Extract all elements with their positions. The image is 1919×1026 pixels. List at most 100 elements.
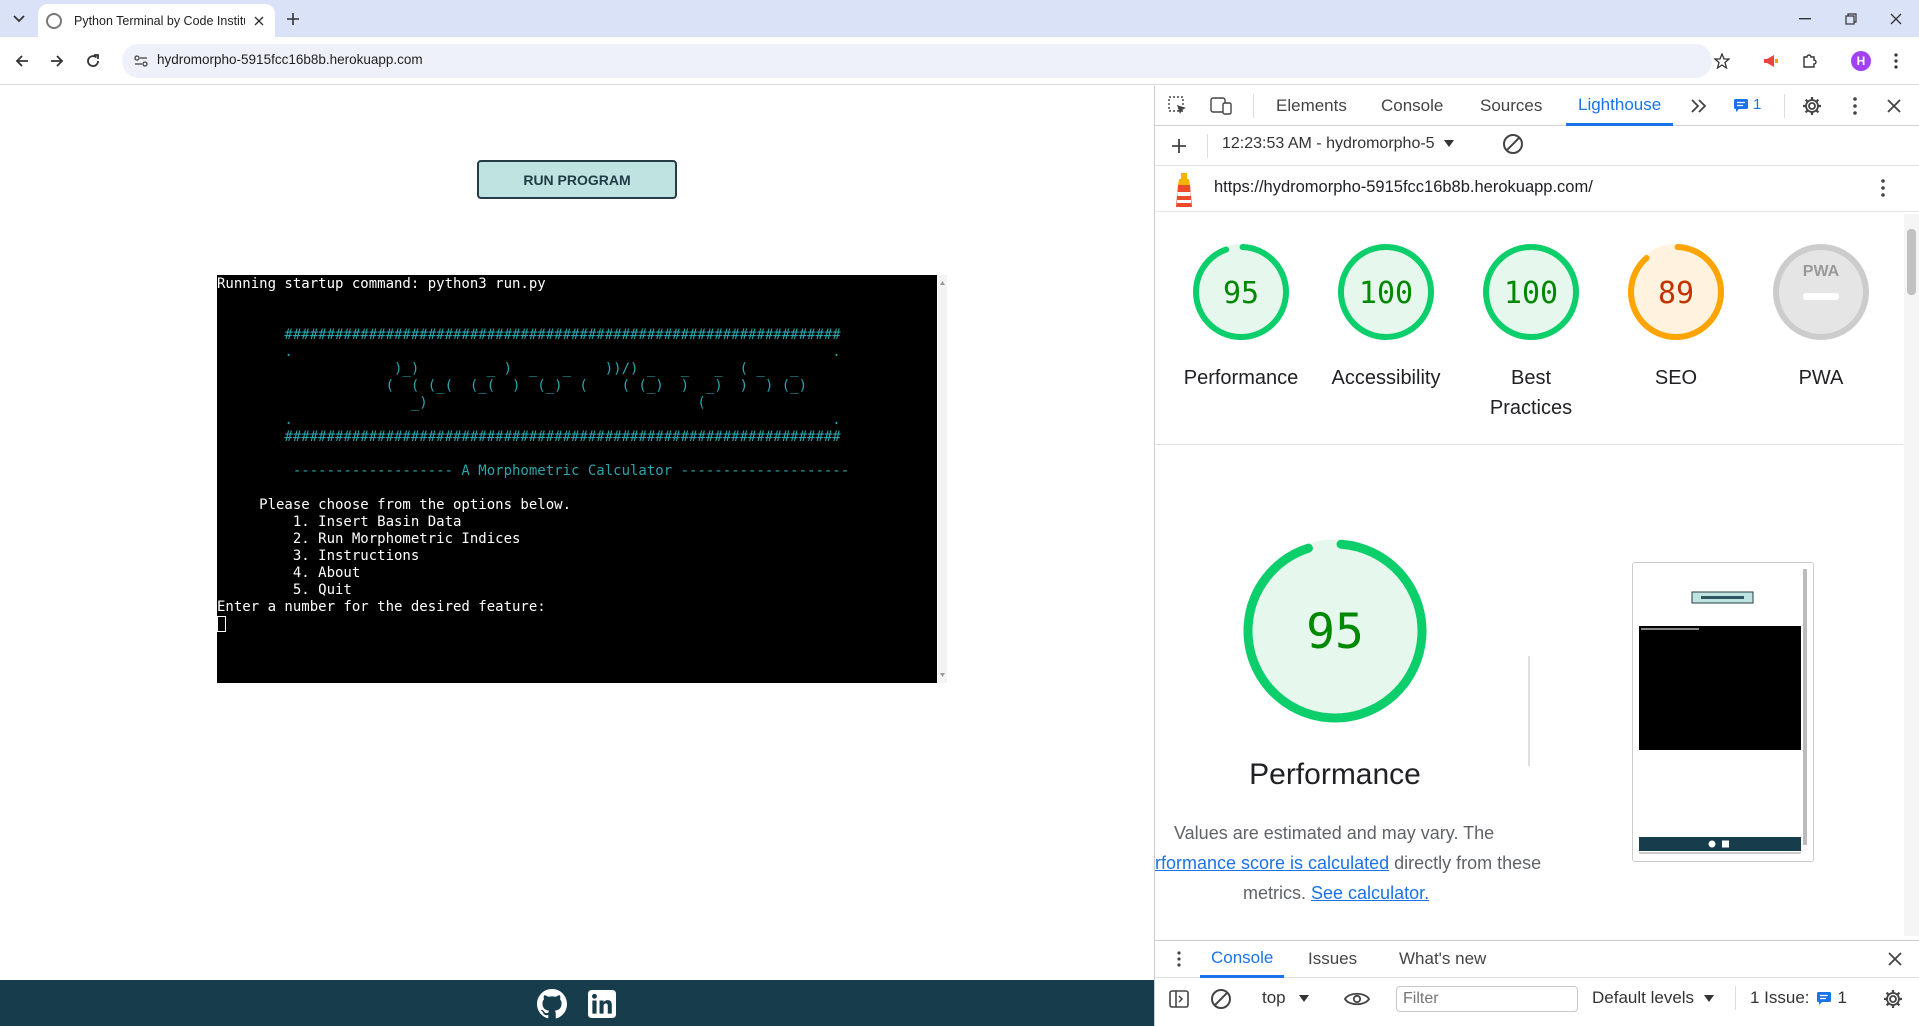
- score-gauge-seo[interactable]: 89 SEO: [1626, 242, 1726, 393]
- tab-close-button[interactable]: [251, 12, 267, 30]
- report-selector[interactable]: 12:23:53 AM - hydromorpho-5: [1222, 135, 1455, 153]
- inspect-element-button[interactable]: [1163, 92, 1193, 120]
- tab-title: Python Terminal by Code Institute: [74, 13, 245, 28]
- device-icon: [1210, 97, 1232, 115]
- dropdown-triangle-icon: [1444, 140, 1455, 147]
- drawer-menu-button[interactable]: [1164, 945, 1194, 973]
- back-button[interactable]: [7, 46, 37, 76]
- issues-badge[interactable]: 1: [1733, 96, 1761, 113]
- tab-sources[interactable]: Sources: [1480, 86, 1542, 126]
- gauge-label: SEO: [1654, 367, 1698, 389]
- terminal-line: ------------------- A Morphometric Calcu…: [217, 463, 850, 479]
- close-drawer-button[interactable]: [1880, 945, 1910, 973]
- new-tab-button[interactable]: [280, 7, 306, 31]
- extension-button[interactable]: [1756, 46, 1786, 76]
- reload-button[interactable]: [78, 46, 108, 76]
- report-menu-button[interactable]: [1868, 174, 1898, 202]
- gear-icon: [1884, 990, 1902, 1008]
- forward-button[interactable]: [42, 46, 72, 76]
- pwa-badge-text: PWA: [1803, 263, 1840, 280]
- close-window-button[interactable]: [1873, 0, 1919, 37]
- bookmark-button[interactable]: [1707, 46, 1737, 76]
- linkedin-link[interactable]: [586, 988, 618, 1020]
- tune-icon: [134, 55, 148, 67]
- drawer-tab-console[interactable]: Console: [1200, 940, 1285, 978]
- console-issues-count: 1: [1837, 988, 1848, 1007]
- console-settings-button[interactable]: [1878, 985, 1908, 1013]
- megaphone-icon: [1764, 55, 1778, 67]
- close-icon: [1890, 13, 1902, 24]
- log-levels-selector[interactable]: Default levels: [1592, 988, 1715, 1008]
- lighthouse-logo-icon: [1172, 173, 1196, 212]
- see-calculator-link[interactable]: See calculator.: [1311, 883, 1429, 903]
- gauge-label: Best Practices: [1489, 367, 1573, 419]
- profile-avatar[interactable]: H: [1851, 51, 1871, 71]
- new-report-button[interactable]: [1164, 132, 1194, 160]
- star-icon: [1714, 53, 1730, 69]
- kebab-menu-icon: [1894, 53, 1898, 69]
- score-gauge-pwa[interactable]: PWA PWA: [1771, 242, 1871, 393]
- issues-badge-count: 1: [1753, 96, 1762, 113]
- context-selector[interactable]: top: [1262, 988, 1310, 1008]
- close-icon: [1887, 99, 1901, 113]
- clear-reports-button[interactable]: [1498, 130, 1528, 158]
- terminal-line: 2. Run Morphometric Indices: [217, 531, 521, 547]
- terminal-line: . .: [217, 344, 841, 360]
- gauge-value: 95: [1223, 276, 1259, 311]
- device-toolbar-button[interactable]: [1206, 92, 1236, 120]
- tab-console[interactable]: Console: [1381, 86, 1443, 126]
- gauge-ring: 100: [1483, 244, 1579, 340]
- context-selector-value: top: [1262, 988, 1286, 1007]
- drawer-tab-whats-new[interactable]: What's new: [1399, 940, 1486, 978]
- python-terminal[interactable]: Running startup command: python3 run.py …: [217, 275, 937, 683]
- extensions-menu-button[interactable]: [1794, 46, 1824, 76]
- browser-tab[interactable]: Python Terminal by Code Institute: [38, 4, 275, 37]
- site-info-button[interactable]: [130, 50, 152, 72]
- live-expression-button[interactable]: [1342, 985, 1372, 1013]
- page-screenshot-thumbnail[interactable]: [1632, 562, 1814, 862]
- run-program-button[interactable]: RUN PROGRAM: [477, 160, 677, 199]
- close-devtools-button[interactable]: [1879, 92, 1909, 120]
- report-selector-value: 12:23:53 AM - hydromorpho-5: [1222, 135, 1435, 152]
- perf-score-calculated-link[interactable]: rformance score is calculated: [1155, 853, 1389, 873]
- terminal-line: 5. Quit: [217, 582, 352, 598]
- linkedin-icon: [588, 990, 616, 1018]
- devtools-menu-button[interactable]: [1840, 92, 1870, 120]
- log-levels-value: Default levels: [1592, 988, 1695, 1007]
- score-gauge-best-practices[interactable]: 100 Best Practices: [1481, 242, 1581, 423]
- github-link[interactable]: [536, 988, 568, 1020]
- browser-menu-button[interactable]: [1881, 46, 1911, 76]
- console-issues-button[interactable]: 1 Issue: 1: [1750, 988, 1847, 1008]
- show-sidebar-button[interactable]: [1164, 985, 1194, 1013]
- lighthouse-scroll-thumb[interactable]: [1907, 229, 1916, 295]
- tab-search-button[interactable]: [6, 7, 32, 31]
- terminal-line: Running startup command: python3 run.py: [217, 276, 546, 292]
- gauge-value: 100: [1504, 276, 1558, 311]
- settings-button[interactable]: [1797, 92, 1827, 120]
- block-icon: [1211, 989, 1231, 1009]
- clear-console-button[interactable]: [1206, 985, 1236, 1013]
- inspect-icon: [1168, 96, 1186, 114]
- console-issues-label: 1 Issue:: [1750, 988, 1810, 1007]
- terminal-scrollbar[interactable]: [938, 275, 947, 683]
- score-gauge-performance[interactable]: 95 Performance: [1184, 242, 1298, 393]
- scroll-arrows-icon: [940, 281, 945, 677]
- kebab-menu-icon: [1177, 951, 1181, 967]
- score-gauge-accessibility[interactable]: 100 Accessibility: [1332, 242, 1440, 393]
- tab-elements[interactable]: Elements: [1276, 86, 1347, 126]
- terminal-line: ########################################…: [217, 327, 841, 343]
- tab-lighthouse[interactable]: Lighthouse: [1566, 86, 1674, 126]
- restore-button[interactable]: [1828, 0, 1874, 37]
- console-filter-input[interactable]: [1396, 986, 1578, 1012]
- terminal-line: _) (: [217, 395, 706, 411]
- message-icon: [1816, 992, 1831, 1005]
- terminal-line: Enter a number for the desired feature:: [217, 599, 546, 615]
- drawer-tab-issues[interactable]: Issues: [1308, 940, 1357, 978]
- minimize-button[interactable]: [1782, 0, 1828, 37]
- more-tabs-button[interactable]: [1684, 92, 1714, 120]
- lighthouse-scrollbar[interactable]: [1904, 214, 1919, 936]
- url-text[interactable]: hydromorpho-5915fcc16b8b.herokuapp.com: [157, 52, 423, 67]
